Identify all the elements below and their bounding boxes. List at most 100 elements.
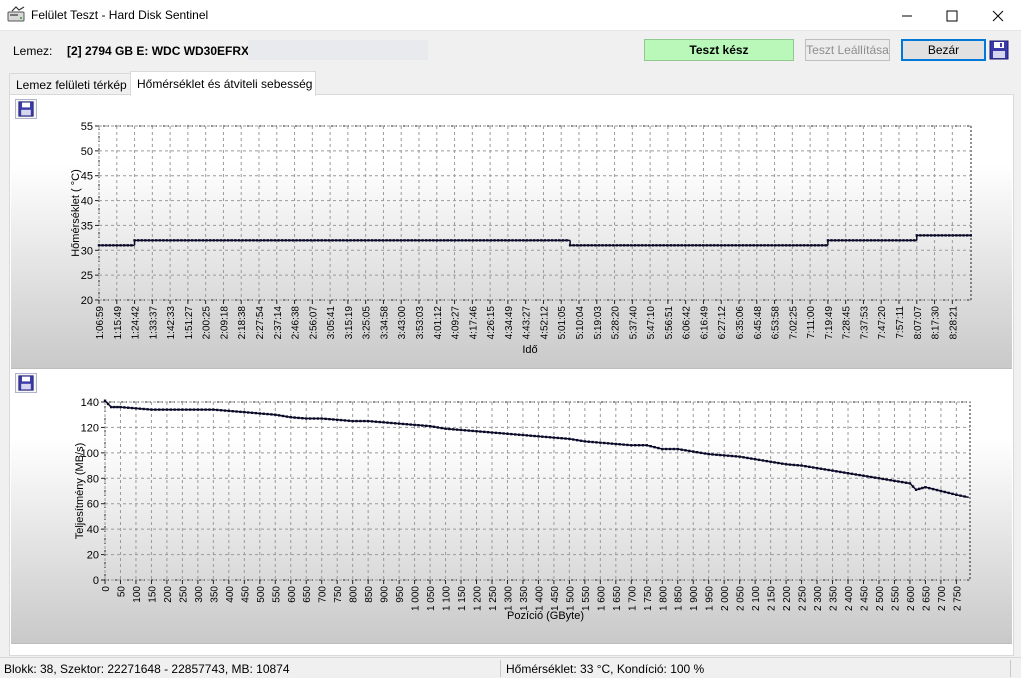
temperature-point — [367, 239, 370, 242]
speed-point — [711, 453, 714, 456]
speed-point — [359, 419, 362, 423]
save-temperature-chart-button[interactable] — [15, 99, 37, 119]
temperature-point — [955, 234, 958, 237]
temperature-point — [662, 244, 665, 247]
temperature-point — [453, 239, 457, 242]
speed-point — [146, 408, 149, 411]
minimize-icon — [902, 15, 912, 16]
speed-point — [633, 444, 637, 447]
x-tick-label: 6:06:42 — [682, 306, 693, 340]
speed-point — [921, 486, 924, 490]
speed-point — [815, 466, 819, 470]
close-dialog-button[interactable]: Bezár — [901, 39, 986, 61]
speed-point — [421, 424, 424, 427]
x-tick-label: 1 000 — [411, 586, 422, 611]
speed-point — [889, 478, 892, 482]
speed-point — [390, 421, 393, 425]
floppy-disk-icon — [18, 101, 34, 117]
stop-test-button[interactable]: Teszt Leállítása — [805, 39, 890, 61]
temperature-point — [763, 244, 766, 247]
temperature-point — [277, 239, 280, 242]
speed-point — [560, 437, 563, 440]
temperature-point — [637, 244, 640, 247]
speed-point — [324, 417, 327, 421]
tab-temperature-speed[interactable]: Hőmérséklet és átviteli sebesség — [130, 71, 316, 96]
temperature-point — [837, 239, 840, 242]
speed-point — [866, 475, 869, 478]
speed-point — [270, 413, 273, 416]
temperature-point — [396, 239, 399, 242]
y-tick-label: 140 — [81, 397, 99, 409]
x-tick-label: 2 650 — [921, 586, 932, 611]
save-speed-chart-button[interactable] — [15, 373, 37, 393]
speed-point — [301, 417, 304, 420]
temperature-point — [630, 244, 633, 247]
speed-point — [490, 431, 494, 434]
close-button[interactable] — [975, 0, 1021, 31]
speed-point — [827, 468, 830, 472]
speed-point — [904, 481, 908, 484]
speed-point — [773, 461, 776, 464]
x-tick-label: 1 050 — [426, 586, 437, 611]
speed-point — [192, 408, 196, 411]
speed-point — [870, 475, 873, 479]
x-axis-label: Idő — [522, 344, 537, 356]
speed-point — [587, 440, 590, 443]
maximize-button[interactable] — [929, 0, 975, 31]
x-tick-label: 2 450 — [860, 586, 871, 611]
x-tick-label: 2:37:14 — [273, 306, 284, 340]
x-tick-label: 2:46:38 — [291, 306, 302, 340]
temperature-point — [525, 239, 529, 242]
temperature-point — [940, 234, 944, 237]
x-tick-label: 2 600 — [906, 586, 917, 611]
speed-point — [603, 441, 606, 445]
temperature-point — [464, 239, 467, 242]
speed-point — [130, 406, 134, 410]
x-tick-label: 300 — [194, 586, 205, 603]
x-tick-label: 6:45:48 — [753, 306, 764, 340]
x-tick-label: 1 350 — [519, 586, 530, 611]
temperature-point — [738, 244, 741, 247]
temperature-point — [723, 244, 727, 247]
temperature-point — [958, 234, 962, 237]
x-tick-label: 50 — [116, 586, 127, 598]
temperature-point — [540, 239, 543, 242]
speed-point — [335, 418, 339, 421]
temperature-point — [880, 239, 884, 242]
temperature-point — [626, 244, 629, 247]
speed-point — [409, 423, 412, 426]
temperature-point — [833, 239, 837, 242]
x-tick-label: 7:02:25 — [788, 306, 799, 340]
speed-point — [343, 419, 347, 422]
x-tick-label: 7:28:45 — [842, 306, 853, 340]
x-tick-label: 700 — [318, 586, 329, 603]
x-tick-label: 750 — [333, 586, 344, 603]
floppy-disk-icon[interactable] — [989, 40, 1009, 60]
speed-point — [668, 447, 672, 451]
speed-point — [382, 421, 385, 424]
temperature-point — [205, 239, 208, 242]
x-tick-label: 1 250 — [488, 586, 499, 611]
speed-point — [525, 434, 529, 437]
x-tick-label: 2:00:25 — [202, 306, 213, 340]
temperature-point — [655, 244, 658, 247]
temperature-point — [702, 244, 705, 247]
minimize-button[interactable] — [884, 0, 930, 31]
temperature-point — [965, 234, 969, 237]
x-tick-label: 950 — [395, 586, 406, 603]
speed-point — [103, 399, 107, 402]
temperature-point — [651, 244, 655, 247]
speed-point — [116, 405, 119, 409]
speed-point — [432, 425, 436, 428]
test-status-badge: Teszt kész — [644, 39, 794, 61]
x-tick-label: 2 050 — [736, 586, 747, 611]
temperature-point — [327, 239, 331, 242]
temperature-point — [518, 239, 521, 242]
speed-point — [626, 443, 629, 447]
temperature-point — [324, 239, 327, 242]
tab-surface-map[interactable]: Lemez felületi térkép — [9, 73, 131, 95]
temperature-point — [201, 239, 205, 242]
speed-point — [277, 414, 281, 417]
speed-point — [935, 488, 939, 492]
temperature-point — [550, 239, 554, 242]
